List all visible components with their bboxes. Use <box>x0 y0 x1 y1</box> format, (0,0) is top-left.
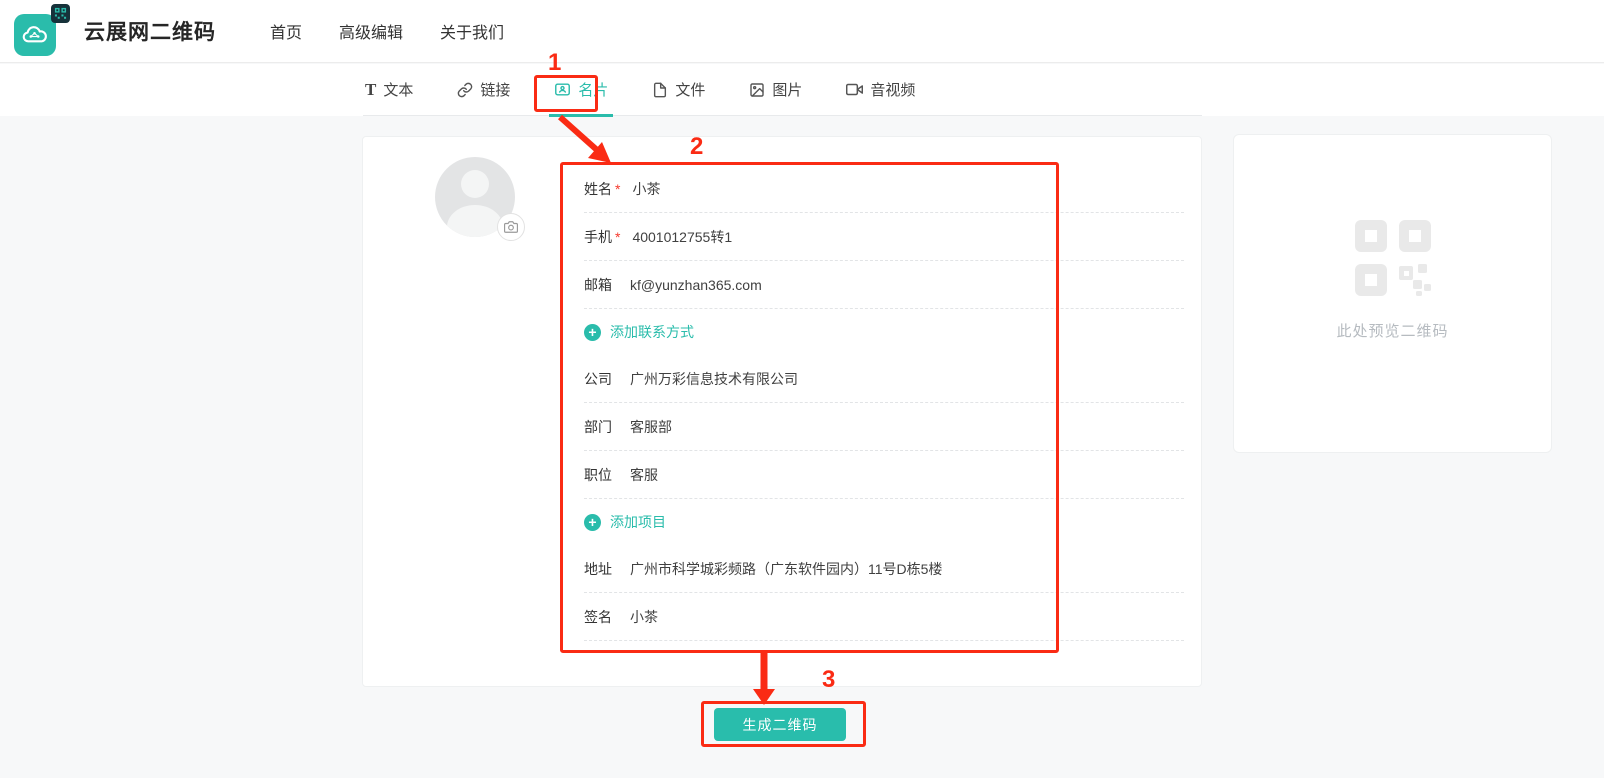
add-project-label: 添加项目 <box>610 512 666 532</box>
signature-input[interactable]: 小茶 <box>630 607 658 627</box>
tab-label: 名片 <box>578 79 608 100</box>
tab-label: 文本 <box>383 79 413 100</box>
add-contact-label: 添加联系方式 <box>610 322 694 342</box>
email-input[interactable]: kf@yunzhan365.com <box>630 277 762 293</box>
nav-item-advanced-edit[interactable]: 高级编辑 <box>339 19 403 43</box>
main-nav: 首页 高级编辑 关于我们 <box>270 19 504 43</box>
department-input[interactable]: 客服部 <box>630 417 672 437</box>
tab-file[interactable]: 文件 <box>650 64 707 115</box>
generate-qr-button[interactable]: 生成二维码 <box>714 708 846 741</box>
field-label: 签名 <box>584 607 612 627</box>
qr-preview-panel: 此处预览二维码 <box>1233 134 1552 453</box>
qr-preview-placeholder-text: 此处预览二维码 <box>1336 320 1448 341</box>
header: 云展网二维码 首页 高级编辑 关于我们 <box>0 0 1604 63</box>
field-row-signature: 签名 小茶 <box>584 593 1184 641</box>
link-icon <box>457 82 473 98</box>
business-card-form: 姓名 * 小茶 手机 * 4001012755转1 邮箱 kf@yunzhan3… <box>362 136 1202 687</box>
plus-circle-icon <box>584 324 601 341</box>
field-label: 邮箱 <box>584 275 612 295</box>
position-input[interactable]: 客服 <box>630 465 658 485</box>
field-row-company: 公司 广州万彩信息技术有限公司 <box>584 355 1184 403</box>
plus-circle-icon <box>584 514 601 531</box>
field-row-address: 地址 广州市科学城彩频路（广东软件园内）11号D栋5楼 <box>584 545 1184 593</box>
nav-item-about-us[interactable]: 关于我们 <box>440 19 504 43</box>
brand-title: 云展网二维码 <box>84 16 216 46</box>
field-label: 手机 <box>584 227 612 247</box>
brand-logo[interactable] <box>14 4 76 58</box>
field-label: 职位 <box>584 465 612 485</box>
tab-audio-video[interactable]: 音视频 <box>844 64 917 115</box>
field-label: 部门 <box>584 417 612 437</box>
field-row-name: 姓名 * 小茶 <box>584 165 1184 213</box>
phone-input[interactable]: 4001012755转1 <box>632 227 732 247</box>
image-icon <box>749 82 765 98</box>
tab-label: 链接 <box>480 79 510 100</box>
camera-upload-button[interactable] <box>497 213 525 241</box>
field-row-department: 部门 客服部 <box>584 403 1184 451</box>
tab-text[interactable]: T 文本 <box>363 64 415 115</box>
tab-label: 图片 <box>772 79 802 100</box>
add-project-link[interactable]: 添加项目 <box>584 499 1184 545</box>
field-label: 公司 <box>584 369 612 389</box>
field-row-email: 邮箱 kf@yunzhan365.com <box>584 261 1184 309</box>
tab-label: 音视频 <box>870 79 915 100</box>
file-icon <box>652 82 668 98</box>
qr-badge-icon <box>51 4 70 23</box>
camera-icon <box>504 220 518 234</box>
required-mark: * <box>615 229 620 245</box>
field-row-phone: 手机 * 4001012755转1 <box>584 213 1184 261</box>
tab-image[interactable]: 图片 <box>747 64 804 115</box>
card-icon <box>554 81 571 98</box>
company-input[interactable]: 广州万彩信息技术有限公司 <box>630 369 798 389</box>
add-contact-link[interactable]: 添加联系方式 <box>584 309 1184 355</box>
name-input[interactable]: 小茶 <box>632 179 660 199</box>
nav-item-home[interactable]: 首页 <box>270 19 302 43</box>
field-label: 姓名 <box>584 179 612 199</box>
tab-business-card[interactable]: 名片 <box>552 64 610 115</box>
required-mark: * <box>615 181 620 197</box>
address-input[interactable]: 广州市科学城彩频路（广东软件园内）11号D栋5楼 <box>630 559 942 579</box>
page: 云展网二维码 首页 高级编辑 关于我们 T 文本 链接 名片 <box>0 0 1604 778</box>
video-icon <box>846 81 863 98</box>
text-icon: T <box>365 81 376 98</box>
field-label: 地址 <box>584 559 612 579</box>
cloud-share-icon <box>14 14 56 56</box>
qr-placeholder-icon <box>1355 220 1431 296</box>
person-silhouette-icon <box>461 170 489 198</box>
tab-link[interactable]: 链接 <box>455 64 512 115</box>
tab-label: 文件 <box>675 79 705 100</box>
content-type-tabs: T 文本 链接 名片 文件 <box>363 64 1202 116</box>
form-fields: 姓名 * 小茶 手机 * 4001012755转1 邮箱 kf@yunzhan3… <box>584 165 1184 641</box>
field-row-position: 职位 客服 <box>584 451 1184 499</box>
